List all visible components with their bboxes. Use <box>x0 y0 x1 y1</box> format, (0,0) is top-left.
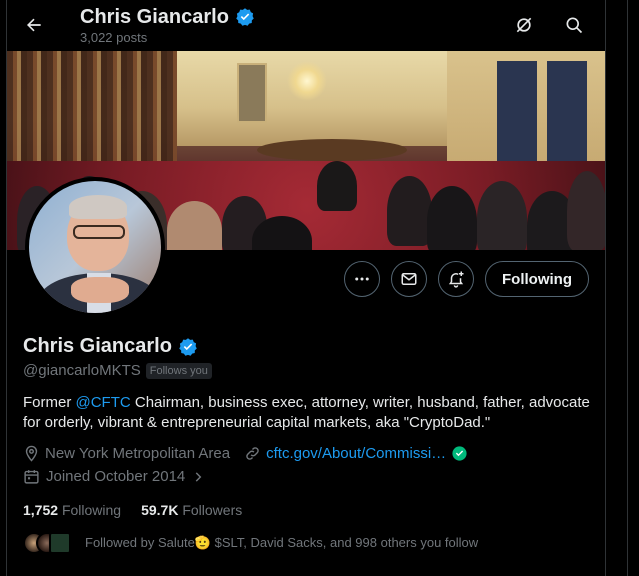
profile-name: Chris Giancarlo <box>23 335 172 357</box>
banner-chandelier <box>287 61 327 101</box>
banner-door <box>237 63 267 123</box>
following-stat-link[interactable]: 1,752 Following <box>23 502 121 518</box>
chevron-right-icon <box>196 471 202 482</box>
followers-label: Followers <box>182 502 243 518</box>
followed-by-text: Followed by Salute🫡 $SLT, David Sacks, a… <box>85 535 479 550</box>
adjacent-panel-edge <box>627 0 639 576</box>
header-name: Chris Giancarlo <box>80 6 229 28</box>
location-text: New York Metropolitan Area <box>45 445 231 462</box>
profile-bio: Former @CFTC Chairman, business exec, at… <box>23 393 591 433</box>
location-item: New York Metropolitan Area <box>23 445 230 462</box>
follow-stats: 1,752 Following 59.7K Followers <box>23 502 242 518</box>
website-item: cftc.gov/About/Commissi… <box>244 445 468 462</box>
search-button[interactable] <box>561 12 587 38</box>
profile-actions: Following <box>344 261 589 297</box>
profile-meta: New York Metropolitan Area cftc.gov/Abou… <box>23 445 468 462</box>
website-link[interactable]: cftc.gov/About/Commissi… <box>266 445 446 462</box>
arrow-left-icon <box>27 18 41 32</box>
grok-button[interactable] <box>511 12 537 38</box>
following-label: Following <box>61 502 122 518</box>
profile-avatar[interactable] <box>25 177 165 317</box>
top-actions <box>511 12 587 38</box>
back-button[interactable] <box>19 10 49 40</box>
location-pin-icon <box>25 445 38 462</box>
verified-badge-icon <box>236 8 254 26</box>
header-title: Chris Giancarlo 3,022 posts <box>80 5 255 45</box>
avatar <box>49 532 71 554</box>
followed-by-row[interactable]: Followed by Salute🫡 $SLT, David Sacks, a… <box>23 532 478 554</box>
more-button[interactable] <box>344 261 381 297</box>
grok-icon <box>516 17 532 33</box>
search-icon <box>566 17 583 34</box>
top-bar: Chris Giancarlo 3,022 posts <box>7 0 605 51</box>
link-icon <box>246 447 259 460</box>
followers-stat-link[interactable]: 59.7K Followers <box>141 502 242 518</box>
mutual-avatars <box>23 532 71 554</box>
envelope-icon <box>401 273 417 285</box>
joined-text: Joined October 2014 <box>46 468 186 485</box>
verified-badge-icon[interactable] <box>178 337 198 357</box>
follows-you-badge: Follows you <box>145 362 212 379</box>
calendar-icon <box>24 470 39 484</box>
more-dots-icon <box>355 277 369 281</box>
followers-count: 59.7K <box>141 502 179 518</box>
profile-name-row: Chris Giancarlo <box>23 335 198 358</box>
bio-mention-link[interactable]: @CFTC <box>76 394 131 411</box>
following-count: 1,752 <box>23 502 59 518</box>
message-button[interactable] <box>391 261 428 297</box>
bio-prefix: Former <box>23 394 76 411</box>
profile-handle: @giancarloMKTS <box>23 362 141 379</box>
handle-row: @giancarloMKTS Follows you <box>23 362 212 379</box>
header-name-row: Chris Giancarlo <box>80 5 255 29</box>
joined-row[interactable]: Joined October 2014 <box>23 468 205 485</box>
profile-column: Chris Giancarlo 3,022 posts Following Ch… <box>6 0 606 576</box>
following-button[interactable]: Following <box>485 261 589 297</box>
verified-link-icon <box>452 446 467 461</box>
post-count: 3,022 posts <box>80 30 148 45</box>
bell-plus-icon <box>448 271 464 288</box>
notifications-button[interactable] <box>438 261 475 297</box>
